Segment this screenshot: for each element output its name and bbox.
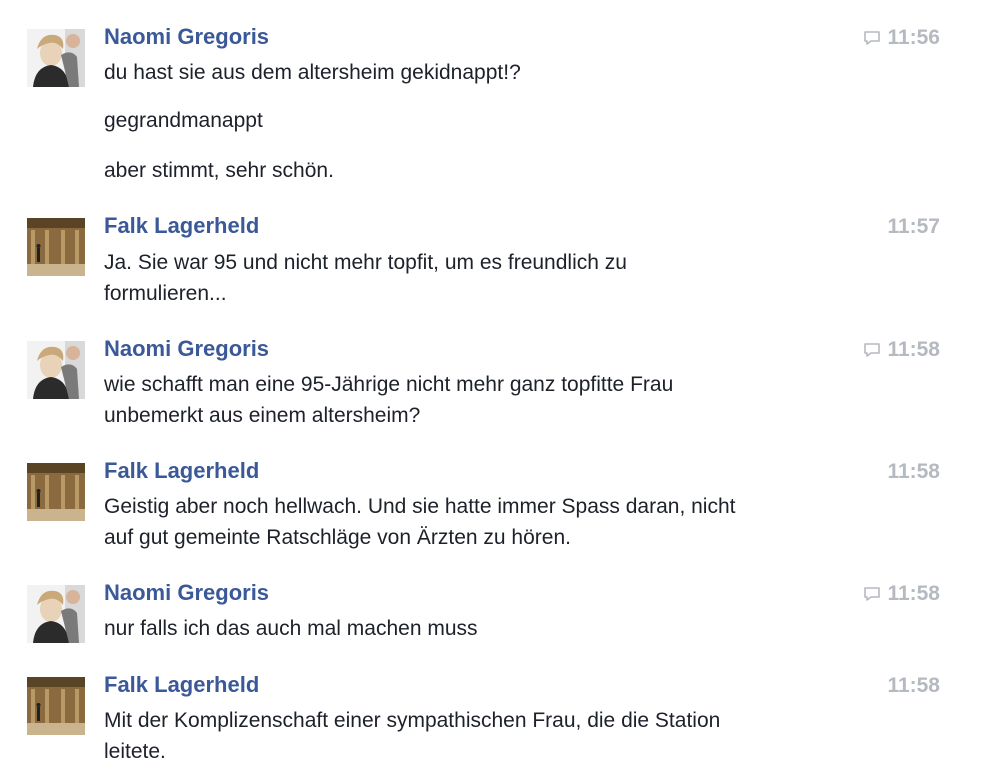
message-time: 11:56	[887, 26, 940, 49]
naomi-avatar[interactable]	[27, 585, 85, 643]
reply-icon[interactable]	[863, 586, 881, 602]
message-text: formulieren...	[104, 282, 227, 305]
reply-icon[interactable]	[863, 30, 881, 46]
message-time: 11:58	[887, 338, 940, 361]
timestamp: 11:56	[863, 25, 940, 51]
message-text: wie schafft man eine 95-Jährige nicht me…	[104, 373, 674, 396]
timestamp: 11:58	[863, 337, 940, 363]
message-time: 11:58	[887, 582, 940, 605]
message-text: gegrandmanappt	[104, 109, 263, 132]
falk-avatar[interactable]	[27, 218, 85, 276]
message-text: unbemerkt aus einem altersheim?	[104, 404, 421, 427]
timestamp: 11:58	[863, 581, 940, 607]
message-time: 11:57	[887, 215, 940, 238]
message-text: nur falls ich das auch mal machen muss	[104, 617, 478, 640]
sender-name[interactable]: Naomi Gregoris	[104, 24, 269, 50]
sender-name[interactable]: Falk Lagerheld	[104, 213, 259, 239]
chat-thread: Naomi Gregoris 11:56 du hast sie aus dem…	[0, 0, 1000, 783]
sender-name[interactable]: Falk Lagerheld	[104, 458, 259, 484]
naomi-avatar[interactable]	[27, 341, 85, 399]
message-text: Ja. Sie war 95 und nicht mehr topfit, um…	[104, 251, 627, 274]
falk-avatar[interactable]	[27, 677, 85, 735]
message-text: Geistig aber noch hellwach. Und sie hatt…	[104, 495, 736, 518]
message-text: auf gut gemeinte Ratschläge von Ärzten z…	[104, 526, 571, 549]
message-time: 11:58	[887, 674, 940, 697]
message-text: Mit der Komplizenschaft einer sympathisc…	[104, 709, 721, 732]
reply-icon[interactable]	[863, 342, 881, 358]
message-text: du hast sie aus dem altersheim gekidnapp…	[104, 61, 521, 84]
naomi-avatar[interactable]	[27, 29, 85, 87]
sender-name[interactable]: Naomi Gregoris	[104, 580, 269, 606]
message-time: 11:58	[887, 460, 940, 483]
sender-name[interactable]: Naomi Gregoris	[104, 336, 269, 362]
message-text: leitete.	[104, 740, 166, 763]
timestamp: 11:58	[887, 459, 940, 485]
message-text: aber stimmt, sehr schön.	[104, 159, 334, 182]
timestamp: 11:57	[887, 214, 940, 240]
sender-name[interactable]: Falk Lagerheld	[104, 672, 259, 698]
timestamp: 11:58	[887, 673, 940, 699]
falk-avatar[interactable]	[27, 463, 85, 521]
